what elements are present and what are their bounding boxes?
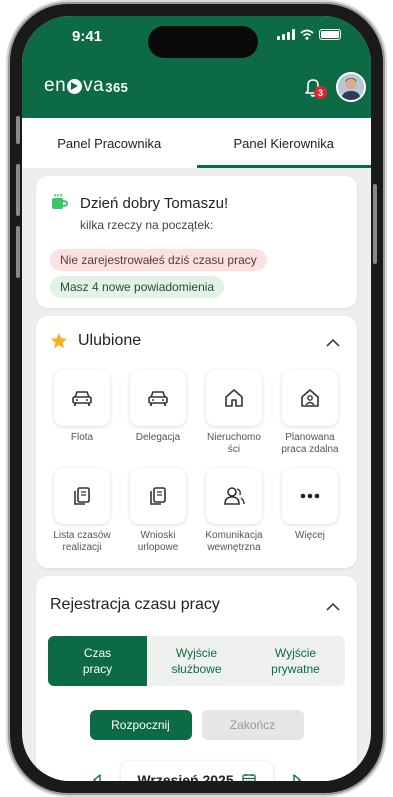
month-selector: Wrzesień 2025 xyxy=(36,760,357,781)
status-icons xyxy=(277,29,341,40)
favorites-title: Ulubione xyxy=(78,332,142,349)
tab-manager-panel[interactable]: Panel Kierownika xyxy=(196,118,372,168)
favorite-internal-communication[interactable]: Komunikacja wewnętrzna xyxy=(196,468,272,556)
app-screen: 9:41 en va 365 3 Panel Pracownika Panel … xyxy=(22,16,371,781)
star-icon xyxy=(51,333,67,349)
wifi-icon xyxy=(300,29,314,40)
favorites-card: Ulubione Flota Delegacja Nieruchomo ści … xyxy=(36,316,357,568)
dynamic-island xyxy=(148,26,258,58)
documents-icon xyxy=(150,487,166,505)
mute-switch xyxy=(16,116,20,144)
favorite-real-estate[interactable]: Nieruchomo ści xyxy=(196,370,272,458)
alert-no-time-registered[interactable]: Nie zarejestrowałeś dziś czasu pracy xyxy=(50,249,267,271)
previous-month-icon[interactable] xyxy=(91,774,103,781)
volume-down-button xyxy=(16,226,20,278)
favorite-leave-requests[interactable]: Wnioski urlopowe xyxy=(120,468,196,556)
greeting-card: Dzień dobry Tomaszu! kilka rzeczy na poc… xyxy=(36,176,357,308)
greeting-subtitle: kilka rzeczy na początek: xyxy=(80,218,214,232)
favorite-fleet[interactable]: Flota xyxy=(44,370,120,458)
chevron-up-icon[interactable] xyxy=(325,602,341,612)
user-avatar[interactable] xyxy=(336,72,366,102)
power-button xyxy=(373,184,377,264)
favorite-delegation[interactable]: Delegacja xyxy=(120,370,196,458)
favorite-more[interactable]: Więcej xyxy=(272,468,348,556)
signal-icon xyxy=(277,29,295,40)
tab-employee-panel[interactable]: Panel Pracownika xyxy=(22,118,197,168)
segment-private-exit[interactable]: Wyjście prywatne xyxy=(246,636,345,686)
car-icon xyxy=(72,391,92,406)
volume-up-button xyxy=(16,164,20,216)
segment-work-time[interactable]: Czas pracy xyxy=(48,636,147,686)
house-icon xyxy=(225,389,243,407)
greeting-title: Dzień dobry Tomaszu! xyxy=(80,195,229,212)
coffee-cup-icon xyxy=(52,194,68,209)
alert-new-notifications[interactable]: Masz 4 nowe powiadomienia xyxy=(50,276,225,298)
favorites-grid: Flota Delegacja Nieruchomo ści Planowana… xyxy=(44,370,349,556)
next-month-icon[interactable] xyxy=(291,774,303,781)
car-icon xyxy=(148,391,168,406)
battery-icon xyxy=(319,29,341,40)
enova-logo: en va 365 xyxy=(44,75,129,96)
documents-icon xyxy=(74,487,90,505)
month-picker[interactable]: Wrzesień 2025 xyxy=(120,761,273,781)
registration-actions: Rozpocznij Zakończ xyxy=(36,710,357,740)
favorite-time-list[interactable]: Lista czasów realizacji xyxy=(44,468,120,556)
panel-tabs: Panel Pracownika Panel Kierownika xyxy=(22,118,371,168)
end-button[interactable]: Zakończ xyxy=(201,710,304,740)
segment-business-exit[interactable]: Wyjście służbowe xyxy=(147,636,246,686)
registration-type-segments: Czas pracy Wyjście służbowe Wyjście pryw… xyxy=(48,636,345,686)
remote-house-icon xyxy=(301,389,319,407)
start-button[interactable]: Rozpocznij xyxy=(89,710,192,740)
current-month: Wrzesień 2025 xyxy=(137,772,234,781)
phone-frame: 9:41 en va 365 3 Panel Pracownika Panel … xyxy=(10,4,383,793)
time-registration-title: Rejestracja czasu pracy xyxy=(50,596,220,613)
status-time: 9:41 xyxy=(72,28,103,45)
favorite-remote-work[interactable]: Planowana praca zdalna xyxy=(272,370,348,458)
avatar-portrait-icon xyxy=(338,74,364,100)
more-icon xyxy=(300,493,320,499)
favorites-header: Ulubione xyxy=(50,332,141,350)
calendar-icon xyxy=(241,774,256,781)
app-header: 9:41 en va 365 3 xyxy=(22,16,371,118)
chevron-up-icon[interactable] xyxy=(325,338,341,348)
notification-badge: 3 xyxy=(314,86,327,99)
people-icon xyxy=(224,487,245,505)
time-registration-card: Rejestracja czasu pracy Czas pracy Wyjśc… xyxy=(36,576,357,781)
